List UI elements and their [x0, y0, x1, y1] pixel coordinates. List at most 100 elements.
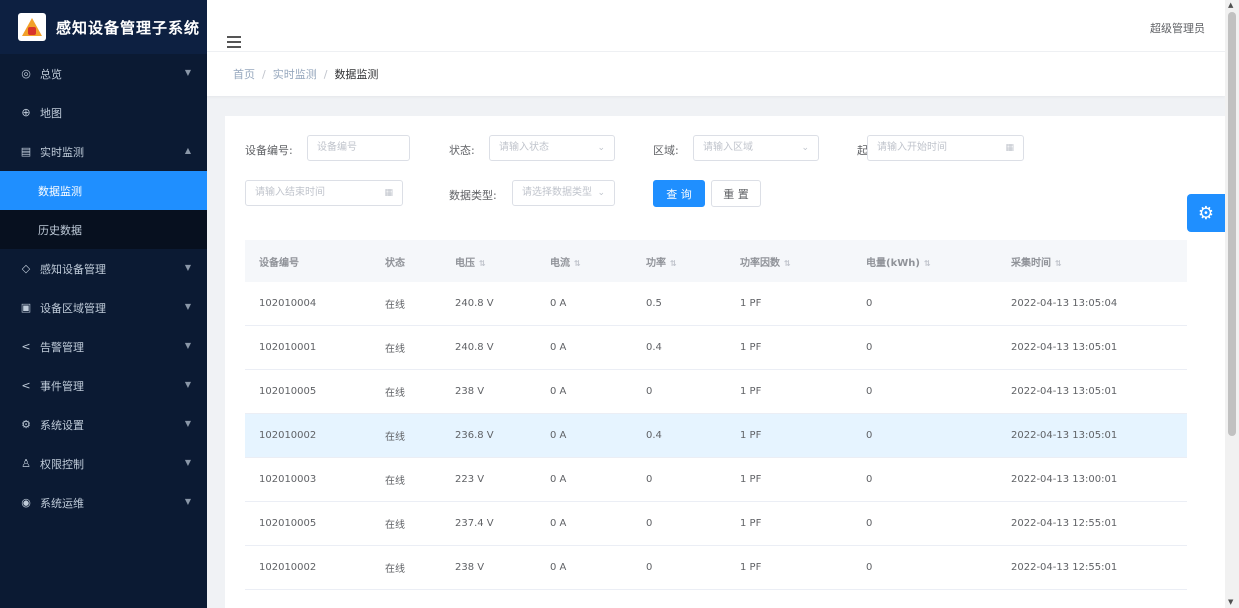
- sidebar-item-label: 感知设备管理: [40, 262, 106, 276]
- table-cell: 1 PF: [740, 562, 762, 573]
- sidebar-item-settings[interactable]: ⚙ 系统设置 ▼: [0, 405, 207, 444]
- sort-icon[interactable]: ⇅: [574, 259, 581, 268]
- sidebar-item-map[interactable]: ⊕ 地图: [0, 93, 207, 132]
- sort-icon[interactable]: ⇅: [479, 259, 486, 268]
- table-cell: 2022-04-13 13:05:01: [1011, 430, 1118, 441]
- column-header[interactable]: 电压 ⇅: [441, 254, 536, 269]
- status-select[interactable]: 请输入状态 ⌄: [489, 135, 615, 161]
- table-cell: 1 PF: [740, 342, 762, 353]
- table-cell: 237.4 V: [455, 518, 494, 529]
- region-select[interactable]: 请输入区域 ⌄: [693, 135, 819, 161]
- sort-icon[interactable]: ⇅: [924, 259, 931, 268]
- sidebar-item-ops[interactable]: ◉ 系统运维 ▼: [0, 483, 207, 522]
- logo[interactable]: 感知设备管理子系统: [0, 0, 207, 54]
- page-scrollbar[interactable]: ▲ ▼: [1225, 0, 1239, 608]
- table-cell: 102010001: [259, 342, 317, 353]
- share-icon: <: [21, 379, 31, 392]
- sort-icon[interactable]: ⇅: [784, 259, 791, 268]
- sidebar-item-events[interactable]: < 事件管理 ▼: [0, 366, 207, 405]
- table-row[interactable]: 102010005 在线 237.4 V 0 A 0 1 PF 0 2022-04-13 12…: [245, 502, 1187, 546]
- sidebar-item-alarms[interactable]: < 告警管理 ▼: [0, 327, 207, 366]
- data-type-select[interactable]: 请选择数据类型 ⌄: [512, 180, 615, 206]
- table-cell: 236.8 V: [455, 430, 494, 441]
- table-cell: 238 V: [455, 386, 485, 397]
- sidebar-item-overview[interactable]: ◎ 总览 ▼: [0, 54, 207, 93]
- logo-icon: [18, 13, 46, 41]
- table-cell: 223 V: [455, 474, 485, 485]
- table-cell: 102010003: [259, 474, 317, 485]
- table-row[interactable]: 102010002 在线 236.8 V 0 A 0.4 1 PF 0 2022-04-13 …: [245, 414, 1187, 458]
- tool-icon: ◉: [21, 496, 31, 509]
- sidebar-item-realtime[interactable]: ▤ 实时监测 ▲: [0, 132, 207, 171]
- table-cell: 在线: [385, 432, 405, 443]
- column-header[interactable]: 功率 ⇅: [632, 254, 726, 269]
- sidebar-item-label: 设备区域管理: [40, 301, 106, 315]
- reset-button[interactable]: 重 置: [711, 180, 761, 207]
- column-header[interactable]: 电流 ⇅: [536, 254, 632, 269]
- chevron-down-icon: ⌄: [801, 143, 809, 153]
- breadcrumb-realtime[interactable]: 实时监测: [273, 66, 317, 82]
- table-cell: 2022-04-13 13:05:01: [1011, 342, 1118, 353]
- table-cell: 102010004: [259, 298, 317, 309]
- column-header[interactable]: 电量(kWh) ⇅: [852, 254, 997, 269]
- column-header[interactable]: 采集时间 ⇅: [997, 254, 1187, 269]
- table-cell: 0 A: [550, 430, 567, 441]
- table-cell: 在线: [385, 300, 405, 311]
- table-cell: 0: [866, 298, 873, 309]
- data-table: 设备编号 状态 电压 ⇅ 电流 ⇅ 功率 ⇅ 功率因数 ⇅ 电量(kWh) ⇅ 采集时间 ⇅…: [245, 240, 1187, 590]
- content-card: 设备编号: 设备编号 状态: 请输入状态 ⌄ 区域: 请输入区域 ⌄ 起 请输入…: [225, 116, 1225, 608]
- device-icon: ◇: [21, 262, 31, 275]
- settings-float-button[interactable]: ⚙: [1187, 194, 1225, 232]
- chevron-down-icon: ▼: [184, 419, 191, 428]
- scroll-up-icon[interactable]: ▲: [1228, 1, 1233, 9]
- sidebar-item-devices[interactable]: ◇ 感知设备管理 ▼: [0, 249, 207, 288]
- table-cell: 0 A: [550, 298, 567, 309]
- status-placeholder: 请输入状态: [499, 142, 549, 153]
- sidebar-subitem-data-monitor[interactable]: 数据监测: [0, 171, 207, 210]
- scroll-thumb[interactable]: [1228, 12, 1236, 436]
- calendar-icon: ▦: [1005, 143, 1014, 153]
- table-cell: 102010002: [259, 562, 317, 573]
- table-row[interactable]: 102010004 在线 240.8 V 0 A 0.5 1 PF 0 2022-04-13 …: [245, 282, 1187, 326]
- hamburger-icon[interactable]: [227, 36, 241, 48]
- scroll-down-icon[interactable]: ▼: [1228, 598, 1233, 606]
- table-cell: 0: [646, 474, 653, 485]
- breadcrumb-separator: /: [262, 67, 266, 81]
- sidebar-subitem-history[interactable]: 历史数据: [0, 210, 207, 249]
- end-time-input[interactable]: 请输入结束时间 ▦: [245, 180, 403, 206]
- table-row[interactable]: 102010003 在线 223 V 0 A 0 1 PF 0 2022-04-13 13:0…: [245, 458, 1187, 502]
- sidebar-item-label: 地图: [40, 106, 62, 120]
- gear-icon: ⚙: [1197, 202, 1215, 224]
- table-row[interactable]: 102010005 在线 238 V 0 A 0 1 PF 0 2022-04-13 13:0…: [245, 370, 1187, 414]
- table-cell: 0.4: [646, 430, 662, 441]
- breadcrumb-separator: /: [323, 67, 328, 81]
- status-label: 状态:: [449, 144, 475, 157]
- sidebar-item-regions[interactable]: ▣ 设备区域管理 ▼: [0, 288, 207, 327]
- sort-icon[interactable]: ⇅: [1055, 259, 1062, 268]
- settings-icon: ⚙: [21, 418, 31, 431]
- breadcrumb-home[interactable]: 首页: [233, 66, 255, 82]
- start-time-input[interactable]: 请输入开始时间 ▦: [867, 135, 1024, 161]
- breadcrumb-current: 数据监测: [334, 68, 379, 81]
- table-row[interactable]: 102010002 在线 238 V 0 A 0 1 PF 0 2022-04-13 12:5…: [245, 546, 1187, 590]
- table-cell: 0 A: [550, 342, 567, 353]
- table-row[interactable]: 102010001 在线 240.8 V 0 A 0.4 1 PF 0 2022-04-13 …: [245, 326, 1187, 370]
- chevron-down-icon: ⌄: [597, 143, 605, 153]
- table-cell: 0: [866, 386, 873, 397]
- sidebar-item-permissions[interactable]: ♙ 权限控制 ▼: [0, 444, 207, 483]
- device-no-input[interactable]: 设备编号: [307, 135, 410, 161]
- sort-icon[interactable]: ⇅: [670, 259, 677, 268]
- table-cell: 2022-04-13 13:05:01: [1011, 386, 1118, 397]
- share-icon: <: [21, 340, 31, 353]
- table-cell: 238 V: [455, 562, 485, 573]
- table-cell: 1 PF: [740, 298, 762, 309]
- search-button[interactable]: 查 询: [653, 180, 705, 207]
- column-header[interactable]: 功率因数 ⇅: [726, 254, 852, 269]
- table-cell: 102010005: [259, 518, 317, 529]
- user-menu[interactable]: 超级管理员: [1150, 20, 1205, 36]
- table-cell: 0 A: [550, 474, 567, 485]
- table-cell: 0: [866, 474, 873, 485]
- sidebar-item-label: 系统设置: [40, 418, 84, 432]
- chevron-down-icon: ▼: [184, 68, 191, 77]
- table-cell: 2022-04-13 12:55:01: [1011, 518, 1118, 529]
